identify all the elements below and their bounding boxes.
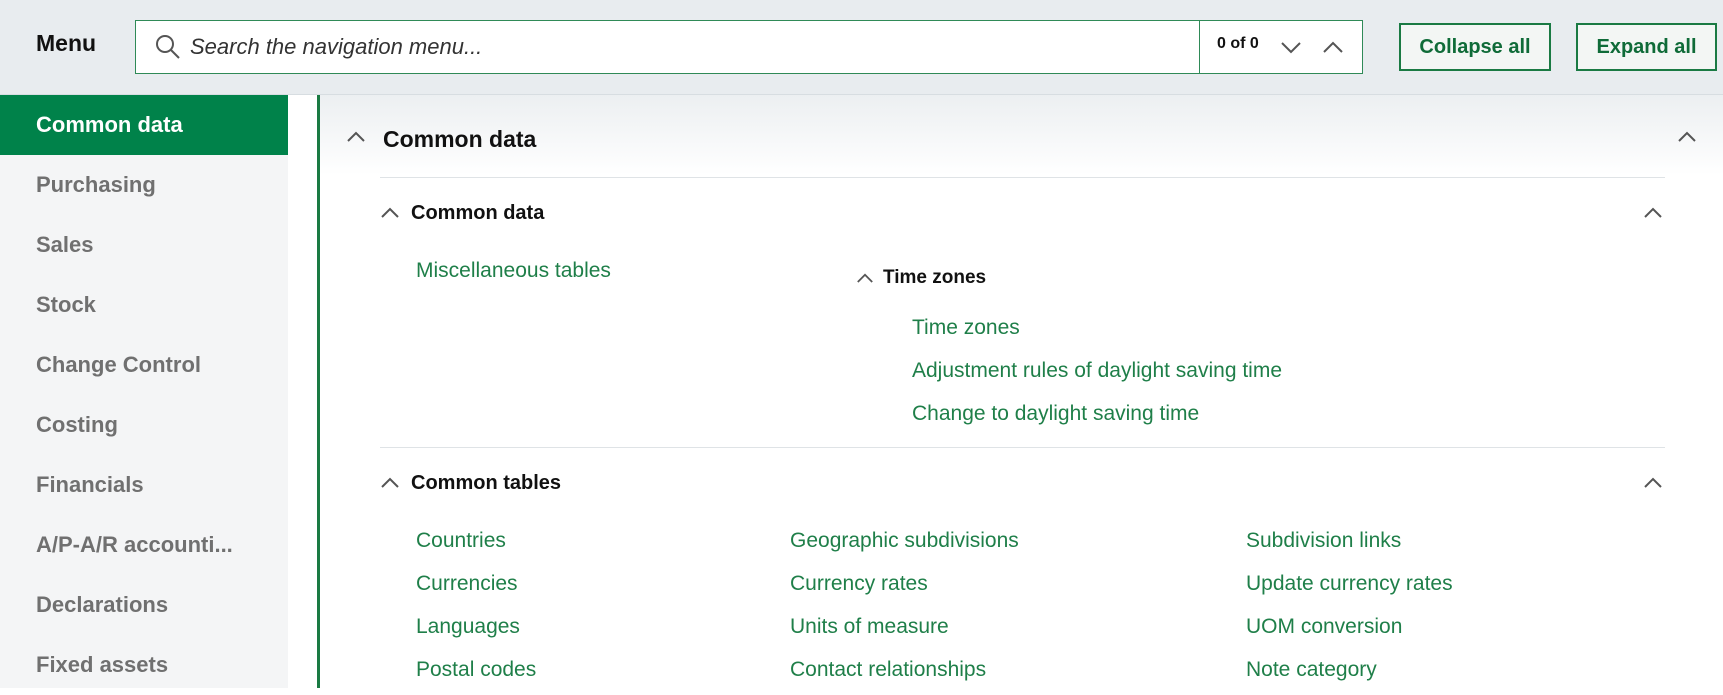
- collapse-common-tables-chevron-up-icon[interactable]: [380, 475, 400, 489]
- subsection-title-common-tables: Common tables: [411, 472, 562, 494]
- link-miscellaneous-tables[interactable]: Miscellaneous tables: [416, 259, 611, 283]
- link-currencies[interactable]: Currencies: [416, 572, 518, 596]
- next-match-chevron-down-icon[interactable]: [1277, 33, 1305, 61]
- top-bar: Menu 0 of 0 Collapse all Expand all: [0, 0, 1723, 95]
- sidebar-item-costing[interactable]: Costing: [0, 395, 288, 455]
- sidebar: Common data Purchasing Sales Stock Chang…: [0, 95, 288, 688]
- link-time-zones[interactable]: Time zones: [912, 316, 1020, 340]
- collapse-subsection-chevron-up-icon[interactable]: [380, 205, 400, 219]
- divider: [380, 447, 1665, 448]
- collapse-section-chevron-up-icon[interactable]: [346, 129, 366, 143]
- sidebar-item-purchasing[interactable]: Purchasing: [0, 155, 288, 215]
- collapse-subsection-right-chevron-up-icon[interactable]: [1643, 205, 1663, 219]
- search-divider: [1199, 21, 1200, 73]
- link-currency-rates[interactable]: Currency rates: [790, 572, 928, 596]
- sidebar-item-change-control[interactable]: Change Control: [0, 335, 288, 395]
- link-note-category[interactable]: Note category: [1246, 658, 1377, 682]
- previous-match-chevron-up-icon[interactable]: [1319, 33, 1347, 61]
- collapse-all-button[interactable]: Collapse all: [1399, 23, 1551, 71]
- sidebar-item-ap-ar-accounting[interactable]: A/P-A/R accounti...: [0, 515, 288, 575]
- link-update-currency-rates[interactable]: Update currency rates: [1246, 572, 1453, 596]
- menu-title: Menu: [36, 30, 97, 56]
- link-postal-codes[interactable]: Postal codes: [416, 658, 536, 682]
- sidebar-item-financials[interactable]: Financials: [0, 455, 288, 515]
- collapse-common-tables-right-chevron-up-icon[interactable]: [1643, 475, 1663, 489]
- main-content: Common data Common data Miscellaneous ta…: [320, 95, 1723, 688]
- sidebar-item-declarations[interactable]: Declarations: [0, 575, 288, 635]
- collapse-section-right-chevron-up-icon[interactable]: [1677, 129, 1697, 143]
- search-match-count: 0 of 0: [1217, 35, 1259, 52]
- link-adjustment-rules-dst[interactable]: Adjustment rules of daylight saving time: [912, 359, 1282, 383]
- sidebar-item-stock[interactable]: Stock: [0, 275, 288, 335]
- search-icon: [156, 35, 180, 59]
- search-box: 0 of 0: [135, 20, 1363, 74]
- divider: [380, 177, 1665, 178]
- link-uom-conversion[interactable]: UOM conversion: [1246, 615, 1402, 639]
- subsection-title-common-data: Common data: [411, 202, 545, 224]
- link-geographic-subdivisions[interactable]: Geographic subdivisions: [790, 529, 1019, 553]
- link-subdivision-links[interactable]: Subdivision links: [1246, 529, 1401, 553]
- sidebar-item-sales[interactable]: Sales: [0, 215, 288, 275]
- search-input[interactable]: [190, 21, 1190, 73]
- collapse-time-zones-chevron-up-icon[interactable]: [856, 271, 874, 284]
- expand-all-button[interactable]: Expand all: [1576, 23, 1717, 71]
- link-countries[interactable]: Countries: [416, 529, 506, 553]
- main-section-title: Common data: [383, 126, 537, 152]
- link-languages[interactable]: Languages: [416, 615, 520, 639]
- link-contact-relationships[interactable]: Contact relationships: [790, 658, 986, 682]
- sidebar-item-fixed-assets[interactable]: Fixed assets: [0, 635, 288, 695]
- link-units-of-measure[interactable]: Units of measure: [790, 615, 949, 639]
- group-title-time-zones: Time zones: [883, 267, 987, 288]
- link-change-to-dst[interactable]: Change to daylight saving time: [912, 402, 1199, 426]
- sidebar-item-common-data[interactable]: Common data: [0, 95, 288, 155]
